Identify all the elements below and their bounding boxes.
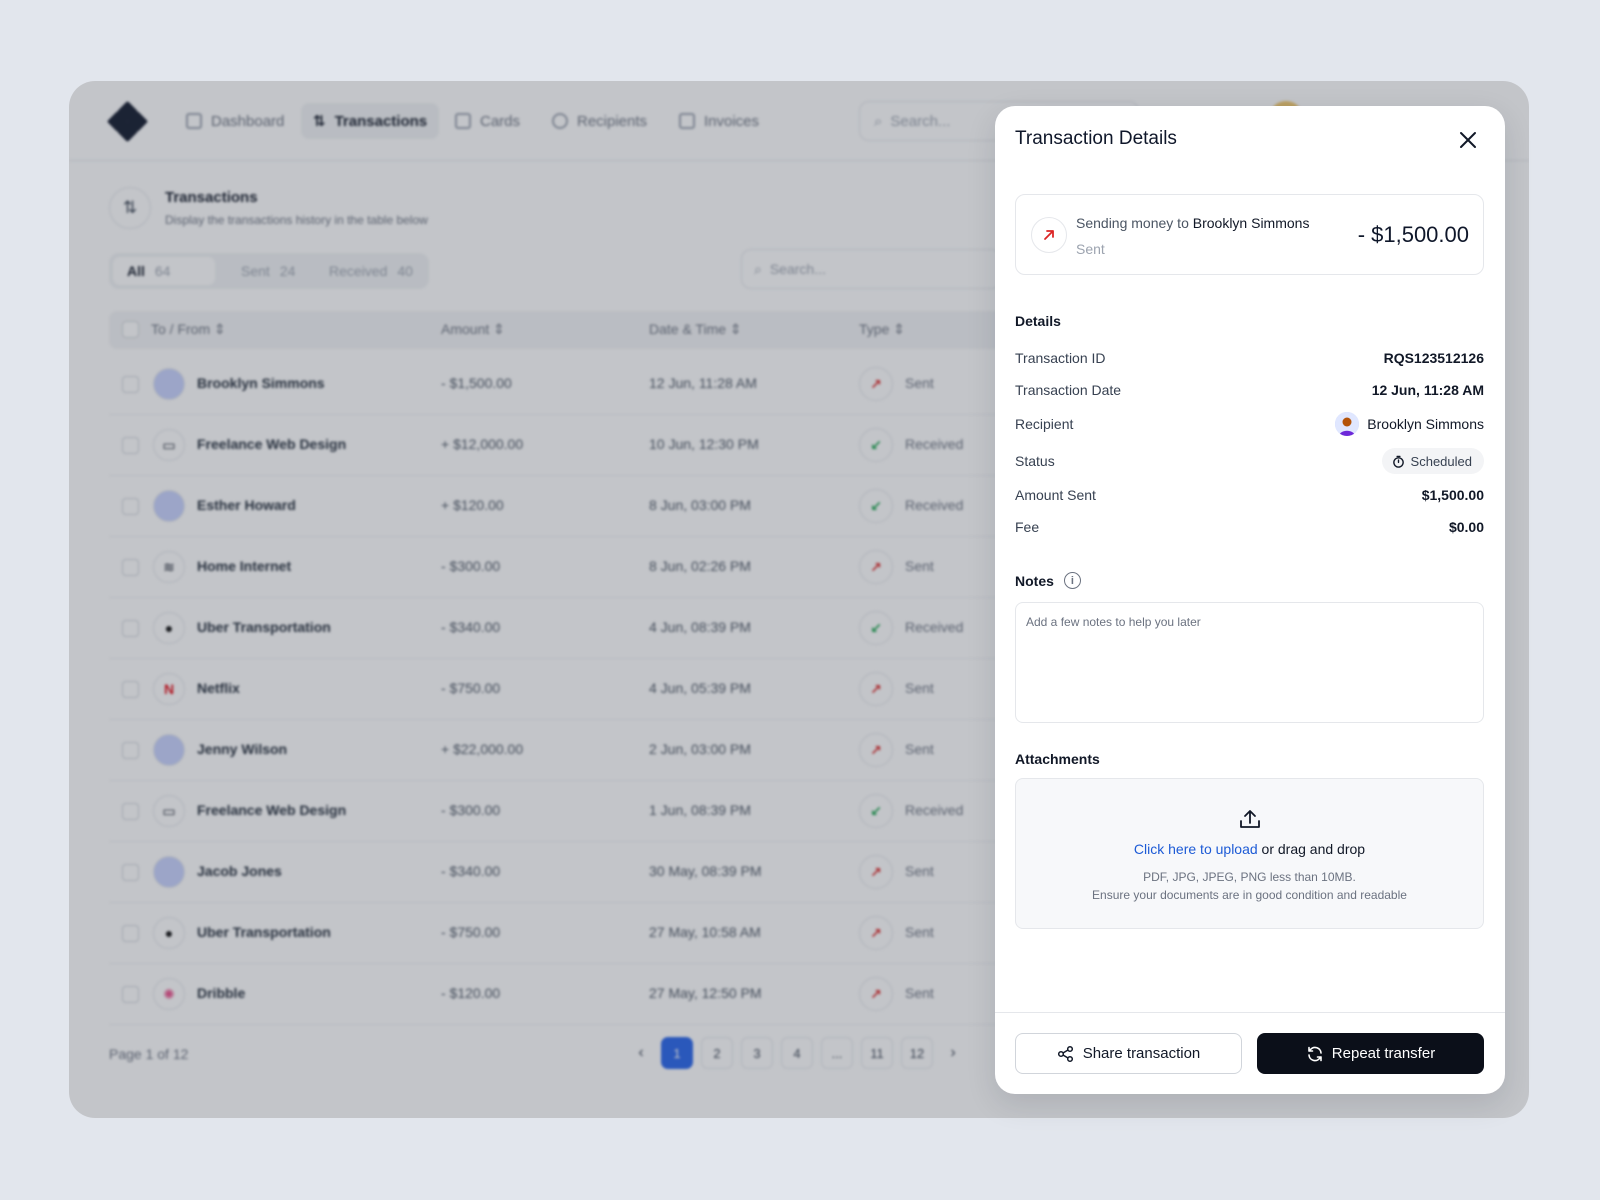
repeat-transfer-button[interactable]: Repeat transfer xyxy=(1257,1033,1484,1074)
upload-dropzone[interactable]: Click here to upload or drag and drop PD… xyxy=(1015,778,1484,929)
detail-value: $0.00 xyxy=(1448,519,1484,535)
detail-amount-sent: Amount Sent $1,500.00 xyxy=(1015,484,1484,508)
detail-value: $1,500.00 xyxy=(1421,487,1484,503)
transaction-summary-card: Sending money to Brooklyn Simmons Sent -… xyxy=(1015,194,1484,275)
timer-icon xyxy=(1392,455,1404,468)
upload-hint-formats: PDF, JPG, JPEG, PNG less than 10MB. xyxy=(1143,870,1356,884)
detail-transaction-id: Transaction ID RQS123512126 xyxy=(1015,347,1484,371)
summary-prefix: Sending money to xyxy=(1076,215,1189,231)
upload-link[interactable]: Click here to upload xyxy=(1134,841,1258,857)
summary-status: Sent xyxy=(1076,241,1105,257)
summary-recipient: Brooklyn Simmons xyxy=(1192,215,1310,231)
detail-recipient: Recipient Brooklyn Simmons xyxy=(1015,412,1484,437)
details-title: Details xyxy=(1015,313,1061,329)
recipient-chip[interactable]: Brooklyn Simmons xyxy=(1335,412,1484,436)
status-badge-label: Scheduled xyxy=(1410,453,1472,469)
detail-label: Transaction Date xyxy=(1015,382,1122,398)
detail-label: Recipient xyxy=(1015,416,1074,432)
upload-icon xyxy=(1240,810,1260,828)
panel-footer: Share transaction Repeat transfer xyxy=(995,1012,1505,1094)
detail-label: Fee xyxy=(1015,519,1040,535)
repeat-transfer-label: Repeat transfer xyxy=(1331,1045,1436,1062)
detail-label: Amount Sent xyxy=(1015,487,1096,503)
arrow-up-right-icon xyxy=(1031,217,1067,253)
detail-value: 12 Jun, 11:28 AM xyxy=(1371,382,1484,398)
attachments-label: Attachments xyxy=(1015,751,1100,767)
detail-label: Status xyxy=(1015,453,1055,469)
notes-heading: Notes i xyxy=(1015,572,1081,589)
upload-instructions: Click here to upload or drag and drop xyxy=(1016,841,1483,857)
refresh-icon xyxy=(1307,1046,1322,1061)
detail-status: Status Scheduled xyxy=(1015,448,1484,474)
avatar xyxy=(1335,412,1360,436)
upload-hint-quality: Ensure your documents are in good condit… xyxy=(1092,888,1407,902)
share-transaction-button[interactable]: Share transaction xyxy=(1015,1033,1242,1074)
close-icon[interactable] xyxy=(1454,126,1482,154)
upload-rest: or drag and drop xyxy=(1257,841,1366,857)
detail-transaction-date: Transaction Date 12 Jun, 11:28 AM xyxy=(1015,379,1484,403)
notes-textarea[interactable] xyxy=(1015,602,1484,723)
detail-value: RQS123512126 xyxy=(1383,350,1484,366)
status-badge: Scheduled xyxy=(1381,448,1484,474)
info-icon[interactable]: i xyxy=(1063,572,1081,589)
panel-title: Transaction Details xyxy=(1015,128,1177,149)
share-transaction-label: Share transaction xyxy=(1082,1045,1201,1062)
recipient-name: Brooklyn Simmons xyxy=(1367,416,1484,432)
share-icon xyxy=(1057,1045,1073,1062)
transaction-details-panel: Transaction Details Sending money to Bro… xyxy=(995,106,1505,1094)
detail-fee: Fee $0.00 xyxy=(1015,516,1484,540)
detail-label: Transaction ID xyxy=(1015,350,1106,366)
summary-amount: - $1,500.00 xyxy=(1357,222,1469,247)
notes-label: Notes xyxy=(1015,572,1054,589)
summary-description: Sending money to Brooklyn Simmons xyxy=(1076,215,1309,231)
